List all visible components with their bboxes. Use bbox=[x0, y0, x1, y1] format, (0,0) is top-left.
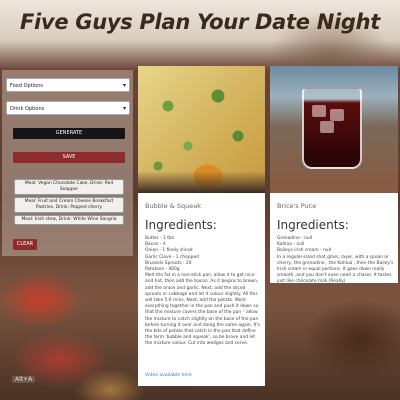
food-options-select[interactable]: Food Options ▾ bbox=[6, 78, 130, 92]
ice-cube bbox=[320, 121, 334, 133]
drink-name: Brice's Puce bbox=[277, 202, 317, 210]
clear-button[interactable]: CLEAR bbox=[13, 239, 37, 250]
glass-icon bbox=[302, 88, 362, 169]
food-ingredients-text: Butter - 1 tbs Bacon - 4 Onion - 1 finel… bbox=[145, 236, 260, 347]
food-name: Bubble & Squeak bbox=[145, 202, 201, 210]
save-button[interactable]: SAVE bbox=[13, 152, 125, 163]
ice-cube bbox=[330, 109, 344, 121]
page-title: Five Guys Plan Your Date Night bbox=[19, 10, 381, 34]
drink-options-value: Drink Options bbox=[10, 106, 45, 112]
food-recipe-card: Bubble & Squeak Ingredients: Butter - 1 … bbox=[138, 66, 265, 386]
generate-button[interactable]: GENERATE bbox=[13, 128, 125, 139]
food-options-value: Food Options bbox=[10, 83, 43, 89]
saved-meal-item[interactable]: Meal: Vegan Chocolate Cake, Drink: Red S… bbox=[14, 179, 124, 195]
chevron-down-icon: ▾ bbox=[122, 105, 126, 112]
food-ingredients-heading: Ingredients: bbox=[145, 218, 217, 232]
drink-ingredients-heading: Ingredients: bbox=[277, 218, 349, 232]
meal-form-panel: Food Options ▾ Drink Options ▾ GENERATE … bbox=[2, 70, 133, 256]
drink-image bbox=[270, 66, 398, 193]
saved-meal-item[interactable]: Meal: Fruit and Cream Cheese Breakfast P… bbox=[14, 197, 124, 213]
saved-meal-item[interactable]: Meal: Irish stew, Drink: White Wine Sang… bbox=[14, 215, 124, 225]
alt-shortcut-badge: Alt+A bbox=[12, 376, 36, 383]
drink-options-select[interactable]: Drink Options ▾ bbox=[6, 101, 130, 115]
chevron-down-icon: ▾ bbox=[122, 82, 126, 89]
drink-recipe-card: Brice's Puce Ingredients: Grenadine - nu… bbox=[270, 66, 398, 285]
drink-ingredients-text: Grenadine - null Kahlua - null Baileys i… bbox=[277, 236, 394, 285]
ice-cube bbox=[312, 105, 326, 117]
food-image bbox=[138, 66, 265, 193]
video-link[interactable]: Video available here bbox=[145, 373, 192, 378]
